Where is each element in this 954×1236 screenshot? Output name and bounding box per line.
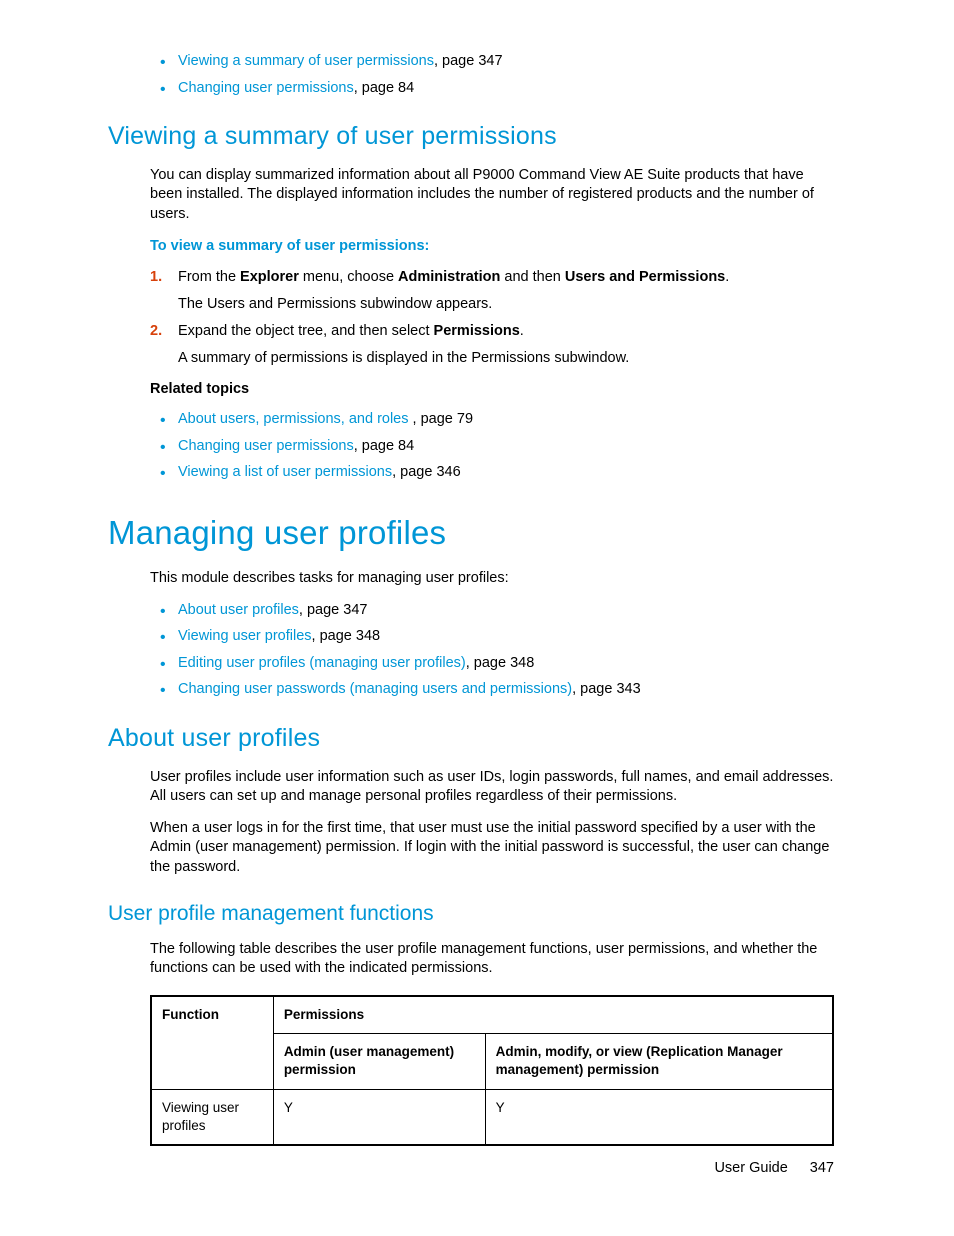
xref-suffix: , page 348 (466, 655, 535, 671)
xref-suffix: , page 346 (392, 464, 461, 480)
xref-link[interactable]: Viewing a summary of user permissions (178, 53, 434, 69)
list-item: Viewing a list of user permissions, page… (150, 463, 834, 483)
cell-value: Y (273, 1089, 485, 1145)
step-text: Expand the object tree, and then select … (178, 323, 524, 339)
list-item: Editing user profiles (managing user pro… (150, 654, 834, 674)
cell-value: Y (485, 1089, 833, 1145)
step-result: A summary of permissions is displayed in… (178, 349, 834, 369)
step-text: From the Explorer menu, choose Administr… (178, 269, 729, 285)
list-item: About users, permissions, and roles , pa… (150, 410, 834, 430)
list-item: Viewing user profiles, page 348 (150, 627, 834, 647)
xref-suffix: , page 348 (312, 628, 381, 644)
xref-link[interactable]: Changing user permissions (178, 438, 354, 454)
footer-label: User Guide (714, 1160, 787, 1176)
page-number: 347 (810, 1160, 834, 1176)
col-header-replication: Admin, modify, or view (Replication Mana… (485, 1034, 833, 1089)
col-header-permissions: Permissions (273, 996, 833, 1034)
xref-suffix: , page 343 (572, 681, 641, 697)
subsection-heading: User profile management functions (108, 900, 834, 928)
body-text: The following table describes the user p… (150, 940, 834, 979)
procedure-heading: To view a summary of user permissions: (150, 237, 834, 257)
body-text: When a user logs in for the first time, … (150, 819, 834, 878)
step-number: 1. (150, 268, 162, 288)
xref-suffix: , page 347 (434, 53, 503, 69)
step-item: 2. Expand the object tree, and then sele… (150, 322, 834, 368)
xref-suffix: , page 347 (299, 602, 368, 618)
body-text: User profiles include user information s… (150, 768, 834, 807)
section-heading-major: Managing user profiles (108, 511, 834, 556)
xref-link[interactable]: Viewing user profiles (178, 628, 312, 644)
xref-link[interactable]: Changing user passwords (managing users … (178, 681, 572, 697)
col-header-admin: Admin (user management) permission (273, 1034, 485, 1089)
xref-link[interactable]: About users, permissions, and roles (178, 411, 413, 427)
related-topics-heading: Related topics (150, 380, 834, 400)
xref-suffix: , page 84 (354, 80, 414, 96)
list-item: About user profiles, page 347 (150, 601, 834, 621)
list-item: Changing user permissions, page 84 (150, 437, 834, 457)
xref-link[interactable]: About user profiles (178, 602, 299, 618)
xref-link[interactable]: Changing user permissions (178, 80, 354, 96)
xref-link[interactable]: Viewing a list of user permissions (178, 464, 392, 480)
permissions-table: Function Permissions Admin (user managem… (150, 995, 834, 1146)
list-item: Changing user passwords (managing users … (150, 680, 834, 700)
step-number: 2. (150, 322, 162, 342)
cell-function: Viewing user profiles (151, 1089, 273, 1145)
body-text: You can display summarized information a… (150, 166, 834, 225)
top-cross-refs: Viewing a summary of user permissions, p… (150, 52, 834, 98)
topic-links: About user profiles, page 347 Viewing us… (150, 601, 834, 700)
xref-suffix: , page 79 (413, 411, 473, 427)
step-item: 1. From the Explorer menu, choose Admini… (150, 268, 834, 314)
body-text: This module describes tasks for managing… (150, 569, 834, 589)
list-item: Viewing a summary of user permissions, p… (150, 52, 834, 72)
list-item: Changing user permissions, page 84 (150, 79, 834, 99)
xref-suffix: , page 84 (354, 438, 414, 454)
procedure-steps: 1. From the Explorer menu, choose Admini… (150, 268, 834, 368)
section-heading: Viewing a summary of user permissions (108, 120, 834, 154)
col-header-function: Function (151, 996, 273, 1089)
xref-link[interactable]: Editing user profiles (managing user pro… (178, 655, 466, 671)
section-heading: About user profiles (108, 722, 834, 756)
step-result: The Users and Permissions subwindow appe… (178, 295, 834, 315)
page-footer: User Guide 347 (714, 1159, 834, 1179)
related-topics-list: About users, permissions, and roles , pa… (150, 410, 834, 483)
